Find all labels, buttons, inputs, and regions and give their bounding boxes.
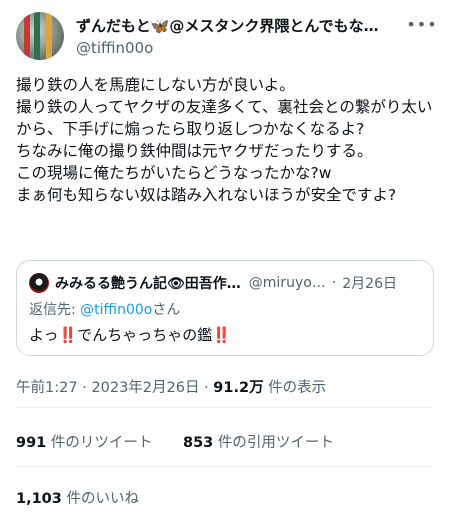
meta-separator: · bbox=[77, 380, 92, 396]
meta-separator: · bbox=[199, 380, 214, 396]
divider bbox=[16, 466, 434, 467]
retweets-stat[interactable]: 991 件のリツイート bbox=[16, 435, 152, 451]
likes-count: 1,103 bbox=[16, 491, 62, 507]
quoted-date: 2月26日 bbox=[342, 276, 397, 292]
retweets-label: 件のリツイート bbox=[46, 435, 153, 451]
reply-to-link: @tiffin00o bbox=[80, 302, 153, 318]
likes-stats-row: 1,103 件のいいね bbox=[16, 487, 165, 508]
author-avatar[interactable] bbox=[16, 12, 64, 60]
reply-suffix: さん bbox=[152, 302, 181, 318]
likes-stat[interactable]: 1,103 件のいいね bbox=[16, 491, 139, 507]
quotes-label: 件の引用ツイート bbox=[213, 435, 334, 451]
likes-label: 件のいいね bbox=[61, 491, 139, 507]
more-horizontal-icon[interactable]: ••• bbox=[406, 14, 436, 34]
retweets-count: 991 bbox=[16, 435, 47, 451]
quoted-author-handle: @miruyo… bbox=[248, 275, 326, 291]
quoted-reply-context: 返信先: @tiffin00oさん bbox=[29, 299, 180, 319]
engagement-stats-row: 991 件のリツイート 853 件の引用ツイート bbox=[16, 431, 360, 452]
views-label: 件の表示 bbox=[263, 380, 327, 396]
author-handle[interactable]: @tiffin00o bbox=[76, 38, 396, 58]
quoted-author-display-name: みみるる艶うん記👁田吾作… bbox=[55, 276, 241, 292]
quotes-stat[interactable]: 853 件の引用ツイート bbox=[183, 435, 334, 451]
quoted-tweet-text: よっ‼️でんちゃっちゃの鑑‼️ bbox=[29, 326, 231, 344]
reply-prefix: 返信先: bbox=[29, 302, 81, 318]
views-count: 91.2万 bbox=[213, 380, 264, 396]
quoted-separator: · bbox=[331, 275, 337, 291]
tweet-header: ずんだもと🦋@メスタンク界隈とんでもな… @tiffin00o ••• bbox=[16, 12, 437, 64]
tweet-time[interactable]: 午前1:27 bbox=[16, 380, 78, 396]
author-display-name[interactable]: ずんだもと🦋@メスタンク界隈とんでもな… bbox=[76, 16, 396, 36]
divider bbox=[16, 407, 434, 408]
tweet-text: 撮り鉄の人を馬鹿にしない方が良いよ。 撮り鉄の人ってヤクザの友達多くて、裏社会と… bbox=[16, 76, 433, 204]
quoted-tweet-header: みみるる艶うん記👁田吾作… @miruyo… · 2月26日 bbox=[29, 273, 421, 293]
tweet-date[interactable]: 2023年2月26日 bbox=[91, 380, 199, 396]
quotes-count: 853 bbox=[183, 435, 214, 451]
tweet-meta: 午前1:27 · 2023年2月26日 · 91.2万 件の表示 bbox=[16, 376, 326, 397]
quoted-author-avatar bbox=[29, 273, 49, 293]
quoted-tweet[interactable]: みみるる艶うん記👁田吾作… @miruyo… · 2月26日 返信先: @tif… bbox=[16, 260, 434, 356]
author-names: ずんだもと🦋@メスタンク界隈とんでもな… @tiffin00o bbox=[76, 16, 396, 58]
